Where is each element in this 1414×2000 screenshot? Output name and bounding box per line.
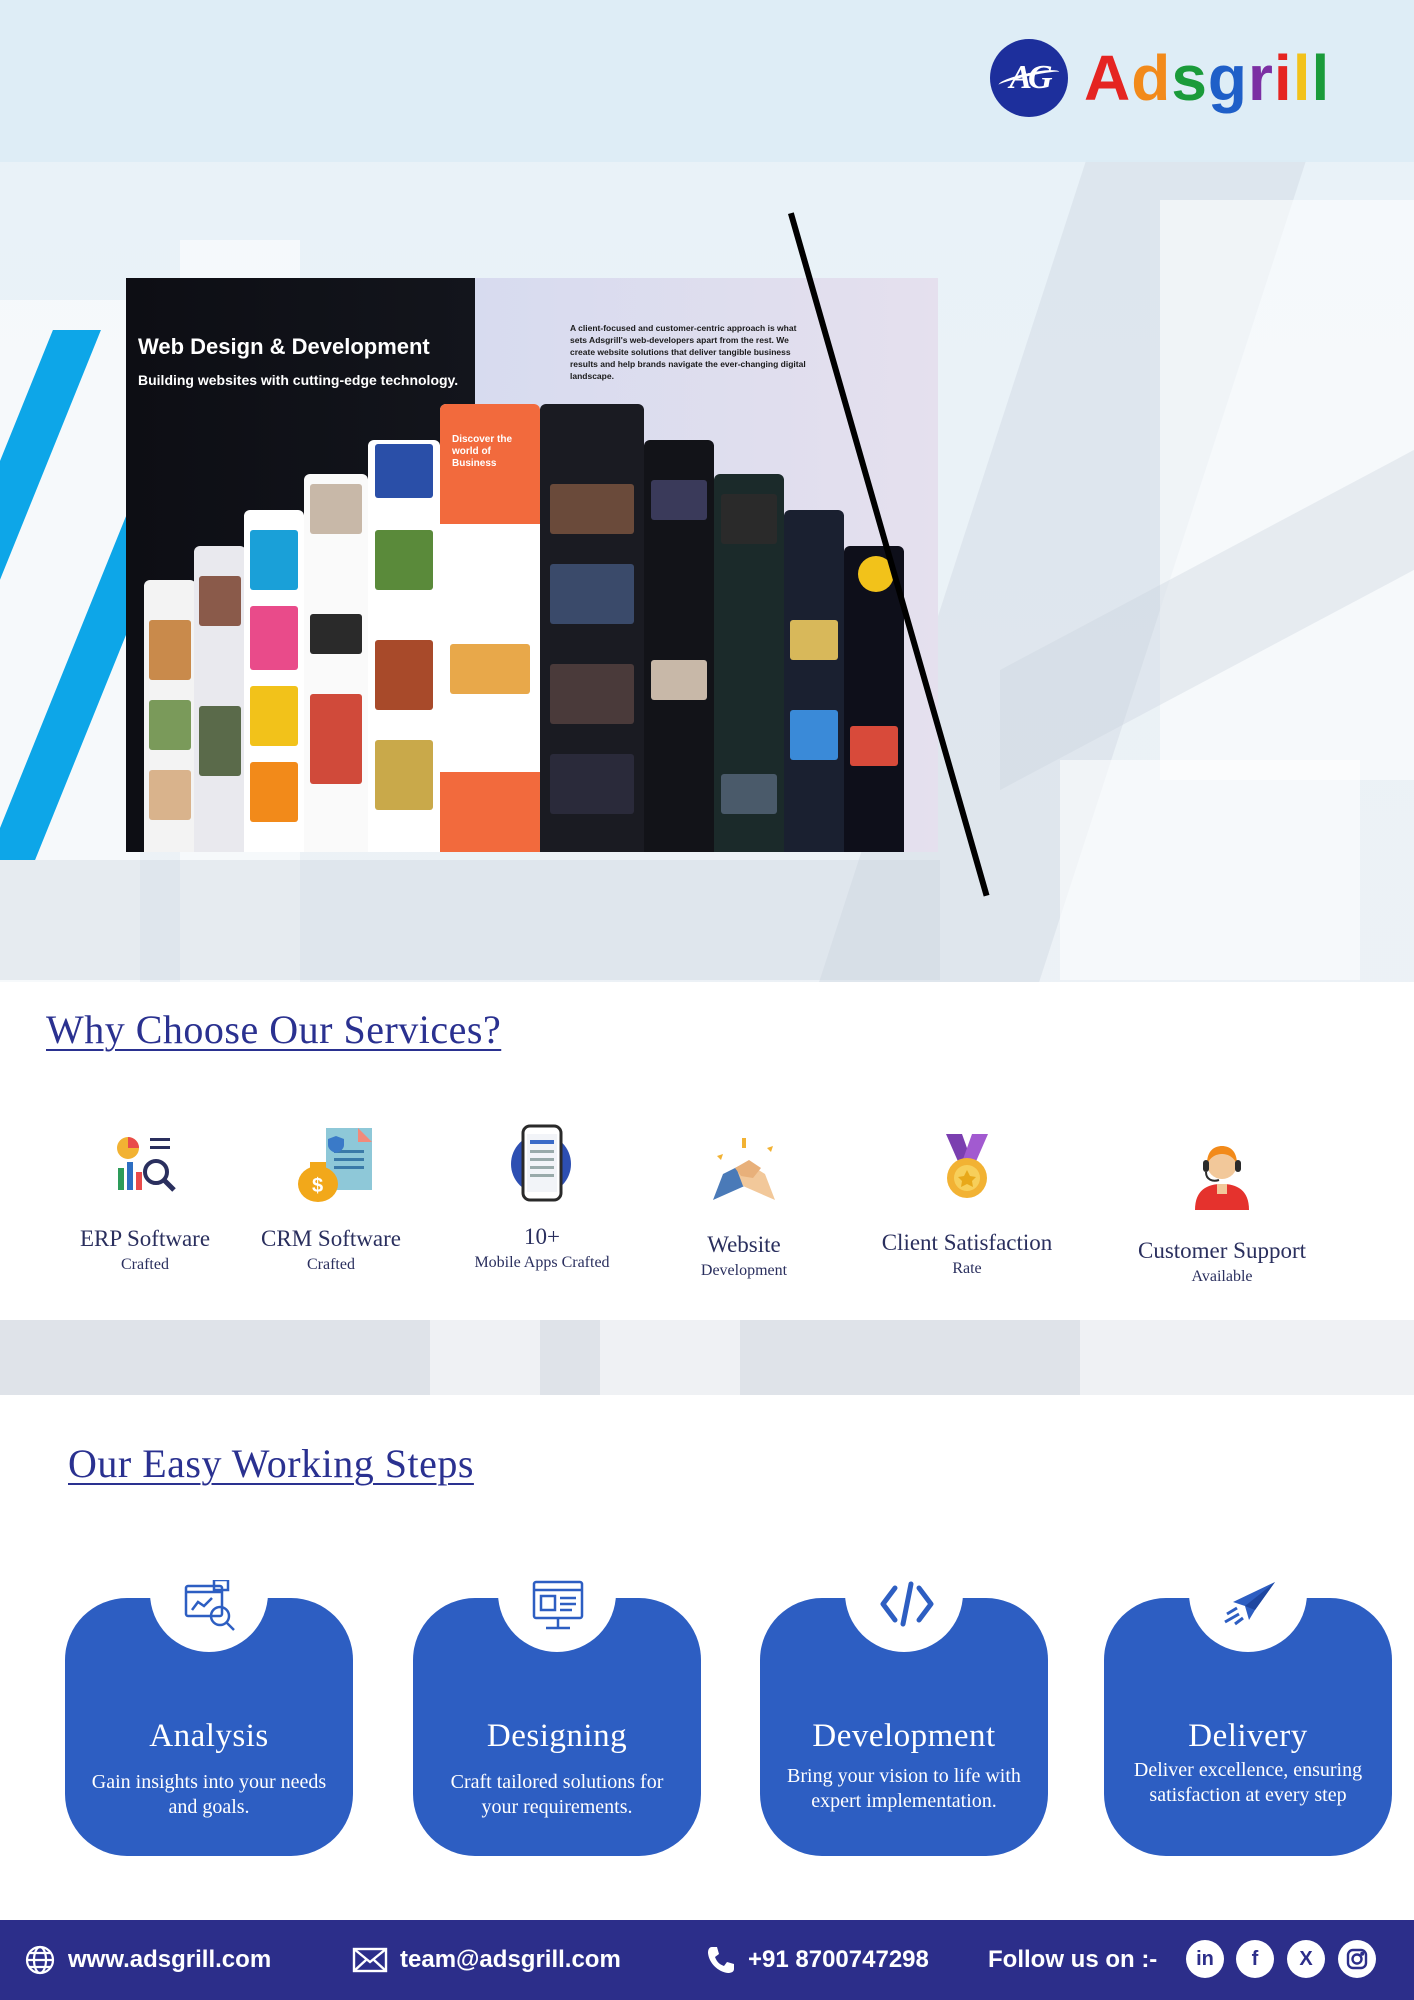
step-description: Bring your vision to life with expert im…	[787, 1765, 1021, 1812]
linkedin-icon[interactable]: in	[1186, 1940, 1224, 1978]
email-link[interactable]: team@adsgrill.com	[352, 1920, 621, 2000]
website-mockup	[644, 440, 714, 852]
feature-title: CRM Software	[261, 1226, 401, 1251]
steps-title: Our Easy Working Steps	[68, 1441, 474, 1486]
feature-erp: ERP Software Crafted	[45, 1128, 245, 1274]
step-card-analysis: Analysis Gain insights into your needs a…	[65, 1562, 353, 1856]
step-title: Development	[812, 1718, 996, 1754]
step-description: Craft tailored solutions for your requir…	[450, 1771, 664, 1818]
step-card-delivery: Delivery Deliver excellence, ensuring sa…	[1104, 1562, 1392, 1856]
feature-subtitle: Crafted	[307, 1256, 355, 1273]
website-mockup: Discover the world of Business	[440, 404, 540, 852]
feature-subtitle: Mobile Apps Crafted	[474, 1254, 610, 1271]
crm-document-icon: $	[296, 1128, 372, 1202]
feature-title: Customer Support	[1137, 1238, 1307, 1263]
analysis-icon	[150, 1562, 268, 1652]
feature-title: ERP Software	[79, 1226, 211, 1251]
divider-band	[0, 1320, 1414, 1395]
phone-link[interactable]: +91 8700747298	[706, 1920, 929, 2000]
feature-subtitle: Development	[700, 1262, 788, 1279]
feature-title: Website	[707, 1232, 781, 1257]
website-link[interactable]: www.adsgrill.com	[24, 1920, 271, 2000]
feature-title: Client Satisfaction	[881, 1230, 1053, 1255]
analytics-icon	[110, 1128, 180, 1198]
smartphone-icon	[507, 1124, 577, 1202]
phone-icon	[708, 1947, 734, 1973]
brand-name: Adsgrill	[1084, 42, 1331, 114]
paper-plane-icon	[1189, 1562, 1307, 1652]
feature-subtitle: Crafted	[121, 1256, 169, 1273]
step-title: Designing	[486, 1718, 628, 1754]
feature-subtitle: Rate	[952, 1260, 982, 1277]
step-card-designing: Designing Craft tailored solutions for y…	[413, 1562, 701, 1856]
services-title: Why Choose Our Services?	[46, 1007, 502, 1052]
hero-description: A client-focused and customer-centric ap…	[570, 323, 806, 381]
handshake-icon	[709, 1134, 779, 1204]
mail-icon	[352, 1947, 388, 1973]
website-mockup	[784, 510, 844, 852]
website-mockup	[194, 546, 246, 852]
website-mockup	[304, 474, 368, 852]
feature-crm: $ CRM Software Crafted	[231, 1128, 431, 1274]
feature-client-satisfaction: Client Satisfaction Rate	[867, 1132, 1067, 1278]
follow-label: Follow us on :-	[988, 1946, 1158, 1973]
brand-logo[interactable]: AG Adsgrill	[990, 38, 1330, 118]
website-mockup	[144, 580, 196, 852]
step-card-development: Development Bring your vision to life wi…	[760, 1562, 1048, 1856]
hero-banner: Web Design & Development Building websit…	[126, 278, 938, 852]
globe-icon	[25, 1945, 55, 1975]
logo-mark-icon: AG	[990, 39, 1068, 117]
feature-title: 10+	[524, 1224, 560, 1249]
website-mockup	[714, 474, 784, 852]
website-mockup	[540, 404, 644, 852]
phone-text: +91 8700747298	[748, 1946, 929, 1973]
website-mockup	[368, 440, 440, 852]
code-icon	[845, 1562, 963, 1652]
hero-title: Web Design & Development	[138, 334, 430, 359]
feature-mobile-apps: 10+ Mobile Apps Crafted	[442, 1124, 642, 1272]
step-title: Delivery	[1188, 1718, 1308, 1754]
feature-customer-support: Customer Support Available	[1122, 1140, 1322, 1286]
support-agent-icon	[1187, 1140, 1257, 1210]
mockup-headline: Discover the world of Business	[452, 434, 513, 469]
step-description: Gain insights into your needs and goals.	[91, 1771, 327, 1818]
website-text: www.adsgrill.com	[68, 1946, 272, 1973]
medal-icon	[932, 1132, 1002, 1202]
contact-footer: www.adsgrill.com team@adsgrill.com +91 8…	[0, 1920, 1414, 2000]
step-title: Analysis	[149, 1718, 269, 1754]
feature-subtitle: Available	[1191, 1268, 1253, 1285]
website-mockup	[844, 546, 904, 852]
instagram-icon[interactable]	[1338, 1940, 1376, 1978]
hero-subtitle: Building websites with cutting-edge tech…	[138, 372, 459, 388]
email-text: team@adsgrill.com	[400, 1946, 621, 1973]
website-mockup	[244, 510, 304, 852]
x-icon[interactable]: X	[1287, 1940, 1325, 1978]
design-icon	[498, 1562, 616, 1652]
facebook-icon[interactable]: f	[1236, 1940, 1274, 1978]
feature-website: Website Development	[644, 1134, 844, 1280]
step-description: Deliver excellence, ensuring satisfactio…	[1133, 1759, 1363, 1806]
svg-text:$: $	[312, 1175, 323, 1197]
